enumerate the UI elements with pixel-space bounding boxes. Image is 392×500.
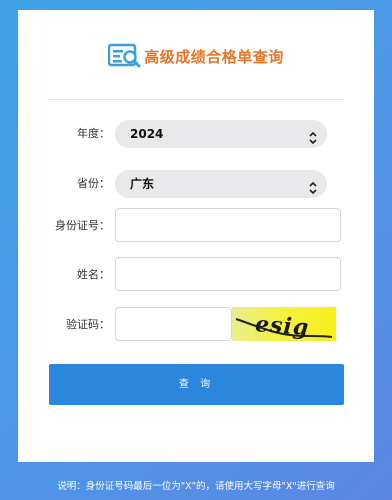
name-input[interactable]: [115, 257, 341, 291]
page-title: 高级成绩合格单查询: [144, 47, 284, 66]
province-label: 省份：: [77, 177, 110, 190]
province-row: 省份： 广东: [18, 166, 374, 202]
year-label: 年度：: [77, 127, 110, 140]
year-select[interactable]: 2024: [115, 120, 327, 148]
query-button[interactable]: 查 询: [49, 364, 344, 405]
captcha-row: 验证码： esig: [18, 307, 374, 343]
captcha-image[interactable]: esig: [232, 307, 336, 341]
name-label: 姓名：: [77, 268, 110, 281]
year-row: 年度： 2024: [18, 116, 374, 152]
captcha-text: esig: [254, 311, 310, 341]
province-select[interactable]: 广东: [115, 170, 327, 198]
select-chevron-icon: [307, 127, 319, 145]
header: 高级成绩合格单查询: [18, 38, 374, 74]
id-number-input[interactable]: [115, 208, 341, 242]
query-card: 高级成绩合格单查询 年度： 2024 省份： 广东 身份证号： 姓名： 验证码：…: [18, 10, 374, 462]
divider: [48, 99, 344, 100]
footer-note: 说明：身份证号码最后一位为"X"的，请使用大写字母"X"进行查询: [57, 481, 335, 492]
id-number-row: 身份证号：: [18, 208, 374, 244]
captcha-label: 验证码：: [66, 318, 110, 331]
name-row: 姓名：: [18, 257, 374, 293]
id-number-label: 身份证号：: [55, 219, 110, 232]
search-document-icon: [107, 42, 142, 70]
captcha-input[interactable]: [115, 307, 232, 341]
year-value: 2024: [130, 127, 164, 141]
province-value: 广东: [130, 177, 155, 191]
select-chevron-icon: [307, 177, 319, 195]
